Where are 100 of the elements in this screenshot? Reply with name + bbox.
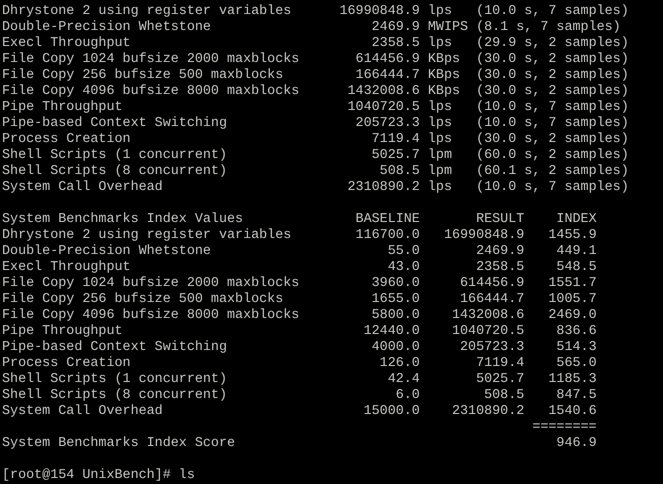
benchmark-name: System Call Overhead	[2, 180, 164, 196]
baseline-value: 126.0	[378, 356, 420, 372]
section-heading: System Benchmarks Index Values	[2, 212, 244, 228]
result-value: 508.5	[378, 164, 420, 180]
result-value: 16990848.9	[442, 228, 524, 244]
unit-label: lpm	[428, 164, 453, 180]
shell-prompt: [root@154 UnixBench]# ls	[2, 468, 195, 484]
result-value: 205723.3	[354, 116, 420, 132]
benchmark-name: Execl Throughput	[2, 260, 132, 276]
benchmark-name: Pipe Throughput	[2, 324, 124, 340]
result-value: 166444.7	[354, 68, 420, 84]
index-value: 847.5	[555, 388, 597, 404]
timing-detail: (30.0 s, 2 samples)	[476, 84, 629, 100]
timing-detail: (60.0 s, 2 samples)	[476, 148, 629, 164]
index-value: 1551.7	[547, 276, 597, 292]
benchmark-name: File Copy 1024 bufsize 2000 maxblocks	[2, 276, 300, 292]
index-value: 1455.9	[547, 228, 597, 244]
index-value: 449.1	[555, 244, 597, 260]
column-header: INDEX	[555, 212, 597, 228]
benchmark-name: Shell Scripts (8 concurrent)	[2, 164, 228, 180]
result-value: 16990848.9	[338, 4, 420, 20]
benchmark-name: Shell Scripts (8 concurrent)	[2, 388, 228, 404]
result-value: 614456.9	[459, 276, 524, 292]
benchmark-name: File Copy 4096 bufsize 8000 maxblocks	[2, 308, 300, 324]
unit-label: lps	[428, 116, 453, 132]
result-value: 2469.9	[370, 20, 420, 36]
benchmark-name: Pipe-based Context Switching	[2, 116, 228, 132]
benchmark-name: File Copy 256 bufsize 500 maxblocks	[2, 68, 284, 84]
timing-detail: (8.1 s, 7 samples)	[476, 20, 621, 36]
result-value: 166444.7	[459, 292, 524, 308]
benchmark-name: Shell Scripts (1 concurrent)	[2, 372, 228, 388]
timing-detail: (10.0 s, 7 samples)	[476, 180, 629, 196]
result-value: 2358.5	[370, 36, 420, 52]
benchmark-name: Process Creation	[2, 132, 132, 148]
baseline-value: 12440.0	[362, 324, 420, 340]
benchmark-name: File Copy 4096 bufsize 8000 maxblocks	[2, 84, 300, 100]
unit-label: KBps	[428, 52, 462, 68]
unit-label: lps	[428, 132, 453, 148]
baseline-value: 4000.0	[370, 340, 420, 356]
benchmark-name: Double-Precision Whetstone	[2, 244, 212, 260]
score-value: 946.9	[555, 436, 597, 452]
baseline-value: 15000.0	[362, 404, 420, 420]
result-value: 2358.5	[475, 260, 524, 276]
total-rule: ========	[531, 420, 597, 436]
unit-label: lpm	[428, 148, 453, 164]
result-value: 7119.4	[475, 356, 524, 372]
timing-detail: (10.0 s, 7 samples)	[476, 100, 629, 116]
unit-label: lps	[428, 100, 453, 116]
baseline-value: 43.0	[386, 260, 420, 276]
benchmark-name: Dhrystone 2 using register variables	[2, 4, 292, 20]
result-value: 508.5	[483, 388, 524, 404]
benchmark-name: System Call Overhead	[2, 404, 164, 420]
unit-label: lps	[428, 180, 453, 196]
result-value: 205723.3	[459, 340, 524, 356]
benchmark-name: Pipe Throughput	[2, 100, 124, 116]
baseline-value: 6.0	[394, 388, 420, 404]
benchmark-name: Dhrystone 2 using register variables	[2, 228, 292, 244]
result-value: 1040720.5	[346, 100, 420, 116]
index-value: 514.3	[555, 340, 597, 356]
result-value: 2310890.2	[450, 404, 524, 420]
unit-label: KBps	[428, 68, 462, 84]
unit-label: lps	[428, 4, 453, 20]
index-value: 836.6	[555, 324, 597, 340]
baseline-value: 1655.0	[370, 292, 420, 308]
result-value: 2310890.2	[346, 180, 420, 196]
column-header: RESULT	[475, 212, 524, 228]
benchmark-name: Process Creation	[2, 356, 132, 372]
index-value: 1005.7	[547, 292, 597, 308]
timing-detail: (30.0 s, 2 samples)	[476, 132, 629, 148]
timing-detail: (10.0 s, 7 samples)	[476, 116, 629, 132]
result-value: 1040720.5	[450, 324, 524, 340]
result-value: 1432008.6	[346, 84, 420, 100]
benchmark-name: Shell Scripts (1 concurrent)	[2, 148, 228, 164]
unit-label: lps	[428, 36, 453, 52]
index-value: 2469.0	[547, 308, 597, 324]
benchmark-name: File Copy 256 bufsize 500 maxblocks	[2, 292, 284, 308]
timing-detail: (29.9 s, 2 samples)	[476, 36, 629, 52]
baseline-value: 42.4	[386, 372, 420, 388]
index-value: 1185.3	[547, 372, 597, 388]
benchmark-name: Pipe-based Context Switching	[2, 340, 228, 356]
result-value: 614456.9	[354, 52, 420, 68]
result-value: 7119.4	[370, 132, 420, 148]
index-value: 548.5	[555, 260, 597, 276]
unit-label: KBps	[428, 84, 462, 100]
result-value: 1432008.6	[450, 308, 524, 324]
index-value: 1540.6	[547, 404, 597, 420]
column-header: BASELINE	[354, 212, 420, 228]
result-value: 5025.7	[475, 372, 524, 388]
baseline-value: 116700.0	[354, 228, 420, 244]
timing-detail: (60.1 s, 2 samples)	[476, 164, 629, 180]
baseline-value: 5800.0	[370, 308, 420, 324]
timing-detail: (10.0 s, 7 samples)	[476, 4, 629, 20]
result-value: 2469.9	[475, 244, 524, 260]
unit-label: MWIPS	[428, 20, 468, 36]
benchmark-name: File Copy 1024 bufsize 2000 maxblocks	[2, 52, 300, 68]
timing-detail: (30.0 s, 2 samples)	[476, 52, 629, 68]
result-value: 5025.7	[370, 148, 420, 164]
index-value: 565.0	[555, 356, 597, 372]
benchmark-name: Double-Precision Whetstone	[2, 20, 212, 36]
timing-detail: (30.0 s, 2 samples)	[476, 68, 629, 84]
